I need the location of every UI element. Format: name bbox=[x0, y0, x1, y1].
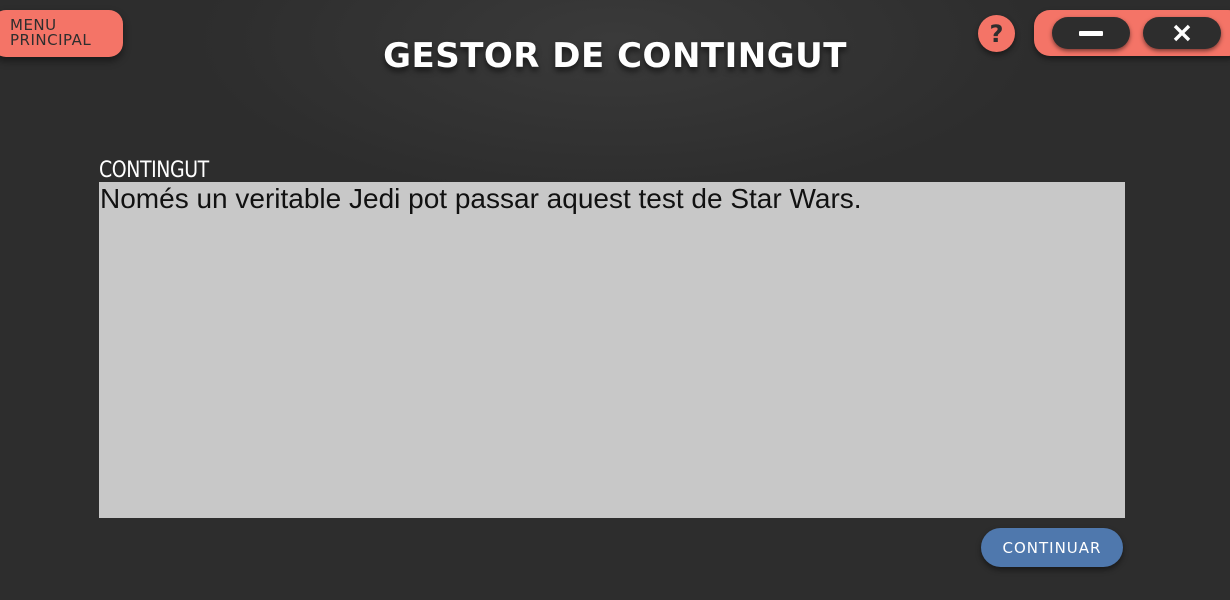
content-label: CONTINGUT bbox=[99, 158, 209, 183]
content-textarea[interactable]: Només un veritable Jedi pot passar aques… bbox=[99, 182, 1125, 518]
help-button[interactable]: ? bbox=[978, 15, 1015, 52]
close-button[interactable] bbox=[1143, 17, 1221, 49]
window-controls bbox=[1034, 10, 1230, 56]
app-window: MENU PRINCIPAL GESTOR DE CONTINGUT ? CON… bbox=[0, 0, 1230, 600]
continue-button[interactable]: CONTINUAR bbox=[981, 528, 1123, 567]
minimize-button[interactable] bbox=[1052, 17, 1130, 49]
close-icon bbox=[1173, 24, 1191, 42]
minimize-icon bbox=[1079, 30, 1103, 36]
question-icon: ? bbox=[989, 19, 1004, 48]
